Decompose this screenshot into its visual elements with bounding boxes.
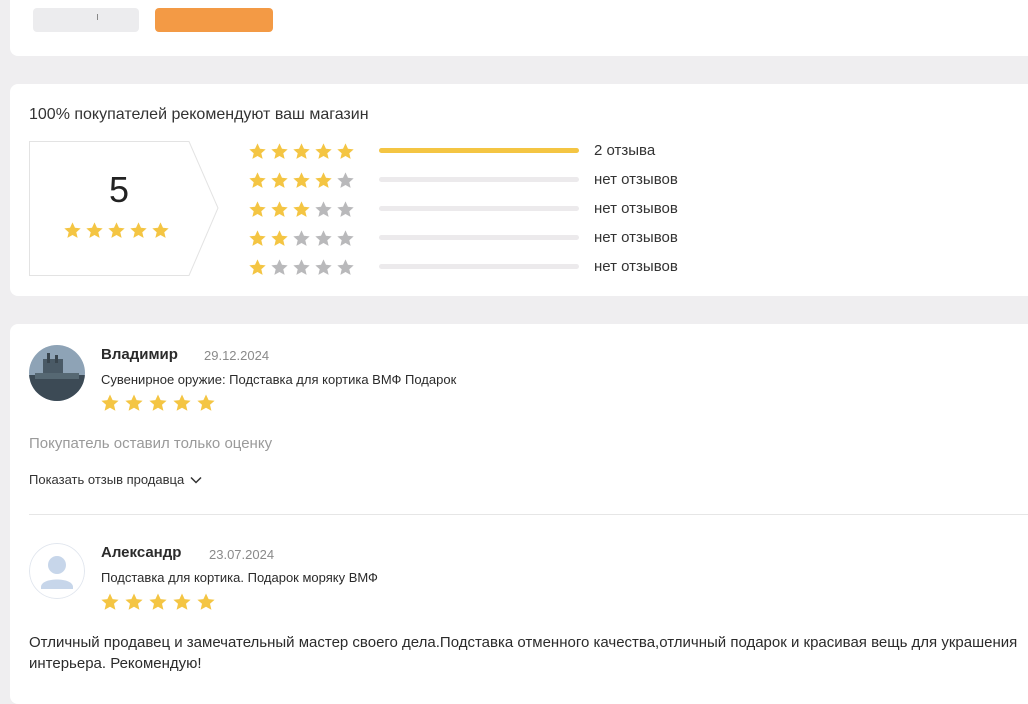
rating-bar <box>379 206 579 211</box>
rating-row-stars <box>248 142 358 161</box>
rating-row-3[interactable]: нет отзывов <box>248 198 678 220</box>
secondary-button[interactable] <box>33 8 139 32</box>
rating-row-count: нет отзывов <box>594 258 678 275</box>
star-filled-icon <box>292 200 311 219</box>
rating-row-count: нет отзывов <box>594 200 678 217</box>
star-empty-icon <box>292 229 311 248</box>
star-empty-icon <box>292 258 311 277</box>
star-empty-icon <box>336 200 355 219</box>
review-product-link[interactable]: Сувенирное оружие: Подставка для кортика… <box>101 372 456 387</box>
rating-bar <box>379 235 579 240</box>
star-filled-icon <box>63 221 82 240</box>
star-filled-icon <box>151 221 170 240</box>
rating-row-count: нет отзывов <box>594 229 678 246</box>
show-seller-reply-label: Показать отзыв продавца <box>29 472 185 487</box>
rating-row-4[interactable]: нет отзывов <box>248 169 678 191</box>
star-empty-icon <box>336 258 355 277</box>
default-user-icon <box>29 543 85 599</box>
star-filled-icon <box>248 229 267 248</box>
star-filled-icon <box>148 393 168 413</box>
star-filled-icon <box>148 592 168 612</box>
review-rating-stars <box>100 592 216 612</box>
rating-row-stars <box>248 171 358 190</box>
review-author[interactable]: Александр <box>101 544 181 561</box>
review-author[interactable]: Владимир <box>101 346 178 363</box>
star-filled-icon <box>248 171 267 190</box>
review-note: Покупатель оставил только оценку <box>29 435 273 452</box>
star-empty-icon <box>314 229 333 248</box>
star-filled-icon <box>292 171 311 190</box>
button-mark <box>97 14 98 20</box>
star-filled-icon <box>270 229 289 248</box>
star-filled-icon <box>124 393 144 413</box>
photo-avatar-icon <box>29 345 85 401</box>
score-box: 5 <box>29 141 219 276</box>
rating-bar <box>379 264 579 269</box>
star-filled-icon <box>107 221 126 240</box>
rating-row-2[interactable]: нет отзывов <box>248 227 678 249</box>
star-empty-icon <box>336 229 355 248</box>
primary-button[interactable] <box>155 8 273 32</box>
reviewer-avatar[interactable] <box>29 345 85 401</box>
star-filled-icon <box>248 142 267 161</box>
star-filled-icon <box>196 393 216 413</box>
star-filled-icon <box>314 171 333 190</box>
star-empty-icon <box>336 171 355 190</box>
star-filled-icon <box>270 200 289 219</box>
star-filled-icon <box>314 142 333 161</box>
rating-bar <box>379 177 579 182</box>
rating-row-stars <box>248 229 358 248</box>
top-card <box>10 0 1028 56</box>
recommend-text: 100% покупателей рекомендуют ваш магазин <box>29 106 369 123</box>
star-filled-icon <box>336 142 355 161</box>
rating-bar <box>379 148 579 153</box>
average-score: 5 <box>108 169 130 210</box>
star-filled-icon <box>292 142 311 161</box>
review-date: 29.12.2024 <box>204 348 270 363</box>
reviewer-avatar[interactable] <box>29 543 85 599</box>
star-empty-icon <box>314 258 333 277</box>
show-seller-reply-button[interactable]: Показать отзыв продавца <box>29 472 202 487</box>
star-filled-icon <box>172 592 192 612</box>
star-filled-icon <box>100 592 120 612</box>
rating-row-1[interactable]: нет отзывов <box>248 256 678 278</box>
star-filled-icon <box>248 200 267 219</box>
star-filled-icon <box>248 258 267 277</box>
star-filled-icon <box>124 592 144 612</box>
review-text: Отличный продавец и замечательный мастер… <box>29 634 1018 672</box>
rating-row-stars <box>248 200 358 219</box>
rating-row-count: 2 отзыва <box>594 142 656 159</box>
rating-row-count: нет отзывов <box>594 171 678 188</box>
star-empty-icon <box>270 258 289 277</box>
review-product-link[interactable]: Подставка для кортика. Подарок моряку ВМ… <box>101 570 378 585</box>
star-filled-icon <box>100 393 120 413</box>
star-filled-icon <box>172 393 192 413</box>
star-empty-icon <box>314 200 333 219</box>
rating-bar-fill <box>379 148 579 153</box>
chevron-down-icon <box>190 476 202 484</box>
rating-row-stars <box>248 258 358 277</box>
rating-row-5[interactable]: 2 отзыва <box>248 140 655 162</box>
star-filled-icon <box>196 592 216 612</box>
star-filled-icon <box>85 221 104 240</box>
star-filled-icon <box>270 171 289 190</box>
average-score-stars <box>63 221 170 240</box>
reviews-card: Владимир 29.12.2024 Сувенирное оружие: П… <box>10 324 1028 704</box>
review-divider <box>29 514 1028 515</box>
review-date: 23.07.2024 <box>209 547 275 562</box>
rating-summary-card: 100% покупателей рекомендуют ваш магазин… <box>10 84 1028 296</box>
review-rating-stars <box>100 393 216 413</box>
star-filled-icon <box>129 221 148 240</box>
star-filled-icon <box>270 142 289 161</box>
